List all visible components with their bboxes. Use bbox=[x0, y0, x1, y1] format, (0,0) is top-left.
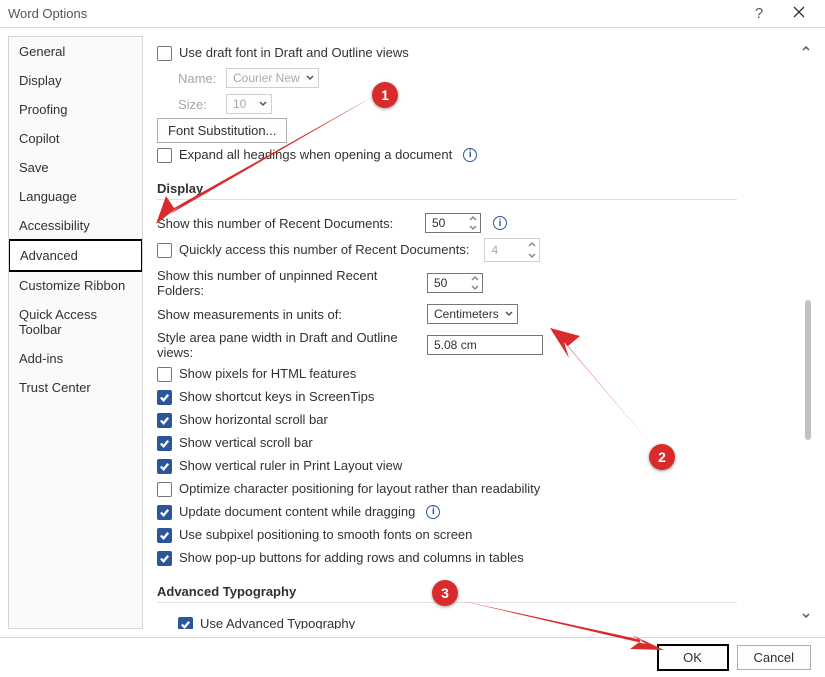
checkbox-label: Quickly access this number of Recent Doc… bbox=[179, 241, 469, 259]
chevron-down-icon bbox=[306, 71, 314, 85]
scrollbar[interactable] bbox=[799, 40, 813, 625]
sidebar: GeneralDisplayProofingCopilotSaveLanguag… bbox=[8, 36, 143, 629]
checkbox-option[interactable]: Optimize character positioning for layou… bbox=[157, 478, 765, 501]
scroll-up-icon[interactable] bbox=[799, 40, 813, 58]
sidebar-item-accessibility[interactable]: Accessibility bbox=[9, 211, 142, 240]
checkbox-icon bbox=[157, 367, 172, 382]
recent-folders-spinner[interactable]: 50 bbox=[427, 273, 483, 293]
main-panel: Use draft font in Draft and Outline view… bbox=[153, 36, 817, 629]
checkbox-option[interactable]: Show vertical scroll bar bbox=[157, 432, 765, 455]
chevron-down-icon bbox=[259, 97, 267, 111]
sidebar-item-general[interactable]: General bbox=[9, 37, 142, 66]
checkbox-label: Show pixels for HTML features bbox=[179, 365, 356, 383]
info-icon[interactable]: i bbox=[426, 505, 440, 519]
checkbox-label: Show vertical scroll bar bbox=[179, 434, 313, 452]
checkbox-label: Show horizontal scroll bar bbox=[179, 411, 328, 429]
checkbox-icon bbox=[157, 243, 172, 258]
quick-access-spinner: 4 bbox=[484, 238, 540, 262]
checkbox-label: Update document content while dragging bbox=[179, 503, 415, 521]
scroll-down-icon[interactable] bbox=[799, 607, 813, 625]
checkbox-label: Optimize character positioning for layou… bbox=[179, 480, 540, 498]
sidebar-item-save[interactable]: Save bbox=[9, 153, 142, 182]
checkbox-icon bbox=[157, 148, 172, 163]
font-substitution-button[interactable]: Font Substitution... bbox=[157, 118, 287, 143]
label: Show measurements in units of: bbox=[157, 307, 419, 322]
window-title: Word Options bbox=[8, 6, 739, 21]
chevron-down-icon bbox=[505, 307, 513, 321]
units-combo[interactable]: Centimeters bbox=[427, 304, 518, 324]
recent-folders-row: Show this number of unpinned Recent Fold… bbox=[157, 265, 765, 301]
checkbox-label: Use draft font in Draft and Outline view… bbox=[179, 44, 409, 62]
label: Show this number of Recent Documents: bbox=[157, 216, 417, 231]
checkbox-icon bbox=[157, 551, 172, 566]
titlebar: Word Options ? bbox=[0, 0, 825, 28]
section-heading-typography: Advanced Typography bbox=[157, 584, 737, 603]
label: Show this number of unpinned Recent Fold… bbox=[157, 268, 419, 298]
scroll-thumb[interactable] bbox=[805, 300, 811, 440]
name-combo: Courier New bbox=[226, 68, 319, 88]
sidebar-item-display[interactable]: Display bbox=[9, 66, 142, 95]
info-icon[interactable]: i bbox=[493, 216, 507, 230]
style-pane-width-row: Style area pane width in Draft and Outli… bbox=[157, 327, 765, 363]
checkbox-label: Use Advanced Typography bbox=[200, 615, 355, 629]
draft-font-name-row: Name: Courier New bbox=[178, 65, 765, 91]
sidebar-item-advanced[interactable]: Advanced bbox=[8, 239, 143, 272]
checkbox-use-adv-typography[interactable]: Use Advanced Typography bbox=[178, 613, 765, 629]
checkbox-option[interactable]: Use subpixel positioning to smooth fonts… bbox=[157, 524, 765, 547]
checkbox-option[interactable]: Show shortcut keys in ScreenTips bbox=[157, 386, 765, 409]
checkbox-option[interactable]: Show pop-up buttons for adding rows and … bbox=[157, 547, 765, 570]
checkbox-icon bbox=[157, 390, 172, 405]
sidebar-item-language[interactable]: Language bbox=[9, 182, 142, 211]
sidebar-item-proofing[interactable]: Proofing bbox=[9, 95, 142, 124]
checkbox-label: Show pop-up buttons for adding rows and … bbox=[179, 549, 524, 567]
checkbox-icon bbox=[157, 413, 172, 428]
checkbox-label: Expand all headings when opening a docum… bbox=[179, 146, 452, 164]
checkbox-label: Show shortcut keys in ScreenTips bbox=[179, 388, 374, 406]
sidebar-item-copilot[interactable]: Copilot bbox=[9, 124, 142, 153]
sidebar-item-customize-ribbon[interactable]: Customize Ribbon bbox=[9, 271, 142, 300]
checkbox-icon bbox=[157, 436, 172, 451]
sidebar-item-trust-center[interactable]: Trust Center bbox=[9, 373, 142, 402]
checkbox-label: Show vertical ruler in Print Layout view bbox=[179, 457, 402, 475]
checkbox-icon bbox=[157, 482, 172, 497]
cancel-button[interactable]: Cancel bbox=[737, 645, 811, 670]
checkbox-quick-access[interactable]: Quickly access this number of Recent Doc… bbox=[157, 236, 765, 265]
help-button[interactable]: ? bbox=[739, 5, 779, 22]
dialog-footer: OK Cancel bbox=[0, 637, 825, 677]
ok-button[interactable]: OK bbox=[657, 644, 729, 671]
draft-font-size-row: Size: 10 bbox=[178, 91, 765, 117]
checkbox-draft-font[interactable]: Use draft font in Draft and Outline view… bbox=[157, 42, 765, 65]
recent-documents-spinner[interactable]: 50 bbox=[425, 213, 481, 233]
sidebar-item-add-ins[interactable]: Add-ins bbox=[9, 344, 142, 373]
checkbox-option[interactable]: Show pixels for HTML features bbox=[157, 363, 765, 386]
checkbox-icon bbox=[178, 617, 193, 630]
checkbox-icon bbox=[157, 528, 172, 543]
measurement-units-row: Show measurements in units of: Centimete… bbox=[157, 301, 765, 327]
checkbox-label: Use subpixel positioning to smooth fonts… bbox=[179, 526, 472, 544]
checkbox-option[interactable]: Update document content while dragging i bbox=[157, 501, 765, 524]
spinner-icon bbox=[467, 274, 482, 292]
checkbox-expand-headings[interactable]: Expand all headings when opening a docum… bbox=[157, 144, 765, 167]
recent-documents-row: Show this number of Recent Documents: 50… bbox=[157, 210, 765, 236]
section-heading-display: Display bbox=[157, 181, 737, 200]
size-label: Size: bbox=[178, 97, 220, 112]
info-icon[interactable]: i bbox=[463, 148, 477, 162]
style-pane-width-input[interactable]: 5.08 cm bbox=[427, 335, 543, 355]
spinner-icon bbox=[524, 239, 539, 261]
checkbox-option[interactable]: Show horizontal scroll bar bbox=[157, 409, 765, 432]
checkbox-icon bbox=[157, 505, 172, 520]
checkbox-icon bbox=[157, 459, 172, 474]
checkbox-icon bbox=[157, 46, 172, 61]
checkbox-option[interactable]: Show vertical ruler in Print Layout view bbox=[157, 455, 765, 478]
close-button[interactable] bbox=[779, 5, 819, 22]
label: Style area pane width in Draft and Outli… bbox=[157, 330, 419, 360]
size-combo: 10 bbox=[226, 94, 272, 114]
spinner-icon bbox=[465, 214, 480, 232]
sidebar-item-quick-access-toolbar[interactable]: Quick Access Toolbar bbox=[9, 300, 142, 344]
name-label: Name: bbox=[178, 71, 220, 86]
